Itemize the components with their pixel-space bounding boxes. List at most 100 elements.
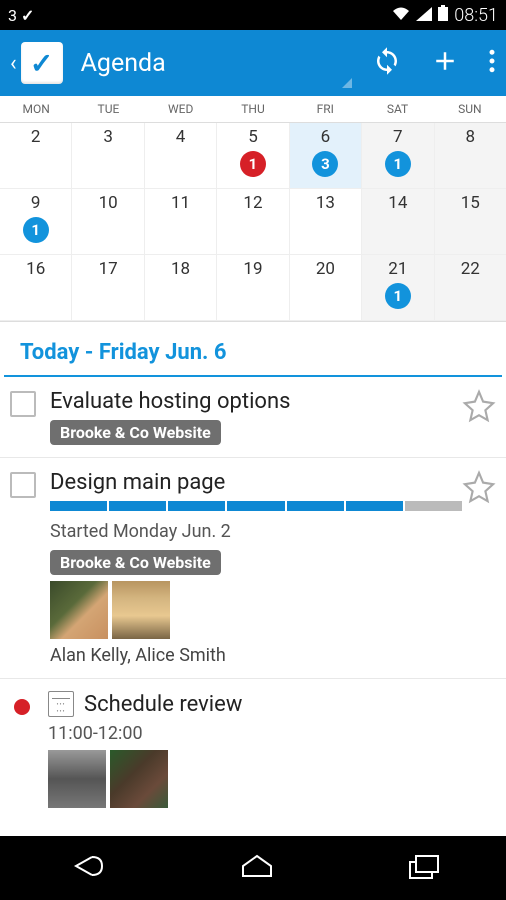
progress-segment [109,501,166,511]
calendar-cell[interactable]: 71 [362,123,434,189]
calendar-cell[interactable]: 15 [435,189,506,255]
app-icon[interactable]: ✓ [21,42,63,84]
calendar-cell[interactable]: 19 [217,255,289,321]
calendar-cell[interactable]: 8 [435,123,506,189]
calendar-cell[interactable]: 20 [290,255,362,321]
calendar-day-header: TUE [72,96,144,122]
status-bar: 3 ✓ 08:51 [0,0,506,30]
calendar-day-header: THU [217,96,289,122]
calendar-badge: 1 [23,217,49,243]
nav-recent-icon[interactable] [406,852,442,884]
calendar-date: 16 [4,259,67,279]
view-title[interactable]: Agenda [81,49,372,78]
calendar-date: 10 [76,193,139,213]
checkmark-icon: ✓ [30,47,53,80]
calendar-badge: 1 [385,151,411,177]
refresh-icon[interactable] [372,46,402,80]
calendar-badge: 1 [240,151,266,177]
calendar-cell[interactable]: 63 [290,123,362,189]
calendar-day-header: MON [0,96,72,122]
task-checkbox[interactable] [10,391,36,417]
progress-bar [50,501,462,511]
calendar-date: 4 [149,127,212,147]
calendar-date: 13 [294,193,357,213]
avatar[interactable] [48,750,106,808]
avatar-row [48,750,496,808]
calendar-date: 21 [366,259,429,279]
calendar-date: 2 [4,127,67,147]
nav-back-icon[interactable] [64,851,108,885]
event-dot-icon [14,699,30,715]
calendar-date: 5 [221,127,284,147]
calendar-cell[interactable]: 13 [290,189,362,255]
task-item[interactable]: •••••• Schedule review 11:00-12:00 [0,679,506,826]
calendar-cell[interactable]: 51 [217,123,289,189]
today-header: Today - Friday Jun. 6 [4,322,502,377]
calendar-icon: •••••• [48,691,74,717]
calendar-cell[interactable]: 12 [217,189,289,255]
calendar-cell[interactable]: 16 [0,255,72,321]
progress-segment [405,501,462,511]
calendar-cell[interactable]: 4 [145,123,217,189]
task-item[interactable]: Design main page Started Monday Jun. 2 B… [0,458,506,679]
avatar[interactable] [110,750,168,808]
star-icon[interactable] [462,470,496,504]
task-tag[interactable]: Brooke & Co Website [50,550,221,575]
calendar-date: 22 [439,259,502,279]
calendar-cell[interactable]: 3 [72,123,144,189]
calendar-date: 8 [439,127,502,147]
task-item[interactable]: Evaluate hosting options Brooke & Co Web… [0,377,506,458]
wifi-icon [392,6,410,25]
dropdown-icon[interactable] [342,78,352,88]
people-names: Alan Kelly, Alice Smith [50,645,462,666]
calendar-date: 11 [149,193,212,213]
task-checkbox[interactable] [10,472,36,498]
calendar-cell[interactable]: 22 [435,255,506,321]
calendar-date: 20 [294,259,357,279]
progress-segment [227,501,284,511]
calendar-date: 14 [366,193,429,213]
task-tag[interactable]: Brooke & Co Website [50,420,221,445]
calendar-date: 18 [149,259,212,279]
progress-segment [168,501,225,511]
back-icon[interactable]: ‹ [10,51,17,76]
star-icon[interactable] [462,389,496,423]
content-area: MONTUEWEDTHUFRISATSUN 234516371891101112… [0,96,506,836]
calendar-cell[interactable]: 91 [0,189,72,255]
progress-segment [287,501,344,511]
calendar-date: 17 [76,259,139,279]
calendar-date: 6 [294,127,357,147]
task-title: Schedule review [84,692,242,717]
calendar-day-header: SAT [361,96,433,122]
avatar[interactable] [50,581,108,639]
calendar-date: 3 [76,127,139,147]
calendar-cell[interactable]: 14 [362,189,434,255]
calendar: MONTUEWEDTHUFRISATSUN 234516371891101112… [0,96,506,322]
signal-icon [416,6,432,25]
check-icon: ✓ [21,6,34,25]
app-bar: ‹ ✓ Agenda [0,30,506,96]
carrier-label: 3 [8,6,17,25]
calendar-day-header: FRI [289,96,361,122]
nav-home-icon[interactable] [237,852,277,884]
calendar-badge: 3 [312,151,338,177]
calendar-cell[interactable]: 2 [0,123,72,189]
calendar-date: 7 [366,127,429,147]
overflow-menu-icon[interactable] [488,46,496,80]
add-icon[interactable] [430,46,460,80]
calendar-header-row: MONTUEWEDTHUFRISATSUN [0,96,506,123]
calendar-cell[interactable]: 17 [72,255,144,321]
calendar-date: 19 [221,259,284,279]
calendar-badge: 1 [385,283,411,309]
calendar-date: 12 [221,193,284,213]
battery-icon [438,5,448,25]
task-title: Evaluate hosting options [50,389,462,414]
calendar-cell[interactable]: 18 [145,255,217,321]
calendar-cell[interactable]: 10 [72,189,144,255]
avatar[interactable] [112,581,170,639]
calendar-cell[interactable]: 211 [362,255,434,321]
event-time: 11:00-12:00 [48,723,496,744]
calendar-day-header: SUN [434,96,506,122]
calendar-cell[interactable]: 11 [145,189,217,255]
calendar-date: 9 [4,193,67,213]
